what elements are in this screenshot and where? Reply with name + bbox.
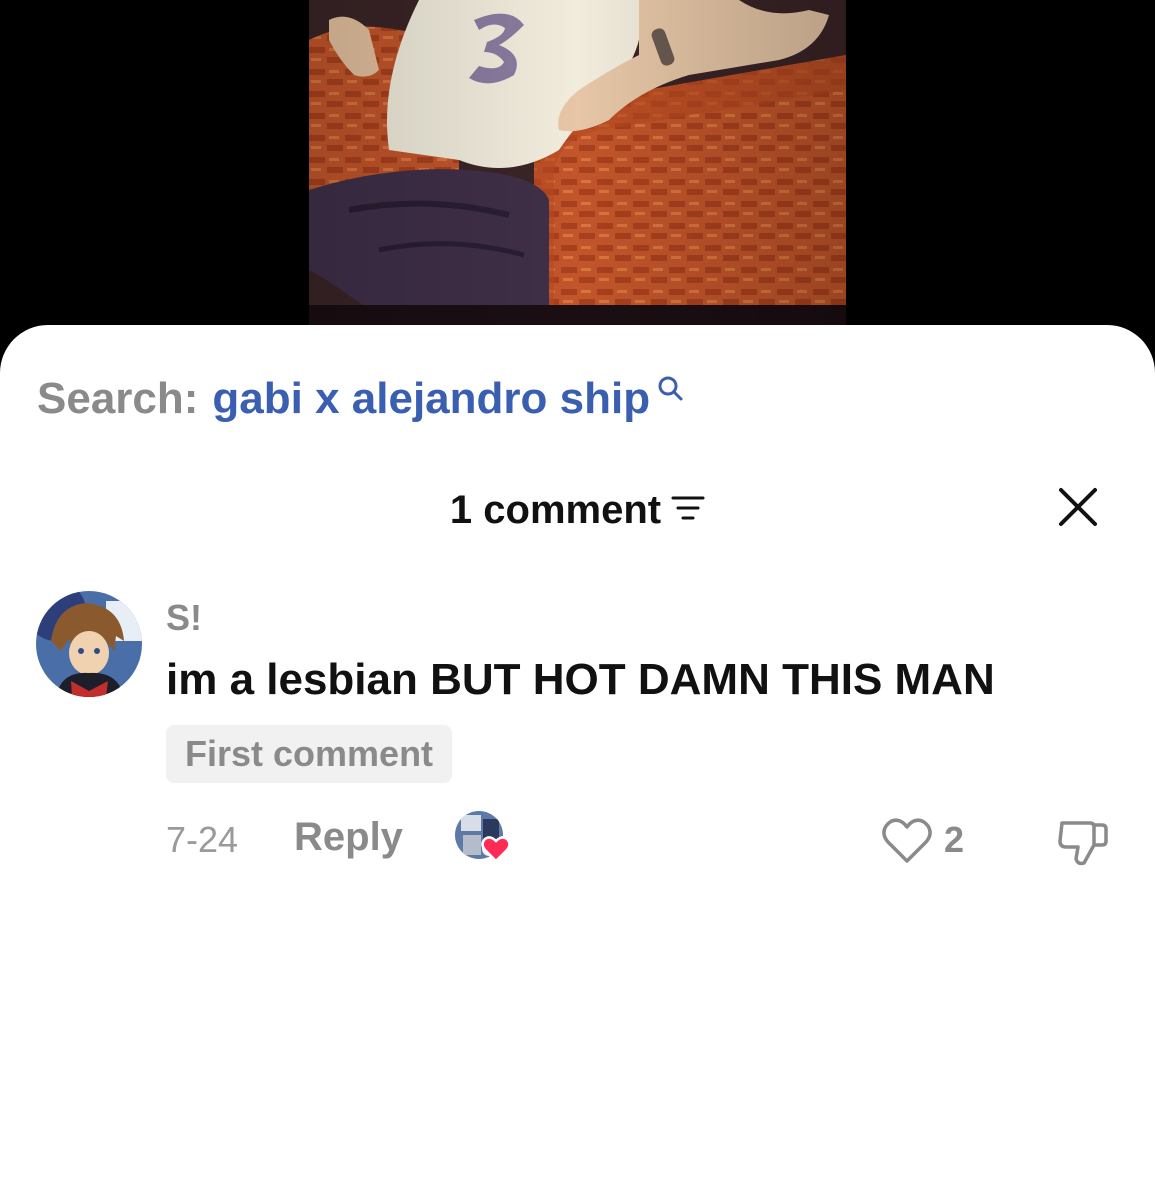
comments-sheet: Search: gabi x alejandro ship 1 comment <box>0 325 1155 1200</box>
search-icon[interactable] <box>656 363 684 413</box>
video-frame-image <box>309 0 846 330</box>
comments-header: 1 comment <box>0 485 1155 535</box>
heart-outline-icon <box>882 818 932 863</box>
dislike-button[interactable] <box>1056 815 1110 869</box>
search-query-link[interactable]: gabi x alejandro ship <box>212 374 650 424</box>
comment-count: 1 comment <box>449 487 662 532</box>
search-prefix: Search: <box>37 374 199 423</box>
avatar[interactable] <box>36 591 142 697</box>
comment-date: 7-24 <box>166 819 239 860</box>
comment-username[interactable]: S! <box>166 597 202 639</box>
comment-actions: 7-24 Reply 2 <box>0 811 1155 871</box>
search-suggestion[interactable]: Search: gabi x alejandro ship <box>37 371 684 427</box>
screen: Search: gabi x alejandro ship 1 comment <box>0 0 1155 1200</box>
heart-icon <box>481 835 511 868</box>
reply-button[interactable]: Reply <box>294 815 403 860</box>
sort-icon[interactable] <box>671 493 705 528</box>
thumbs-down-icon <box>1058 821 1108 866</box>
comment-text: im a lesbian BUT HOT DAMN THIS MAN <box>166 655 995 704</box>
like-count: 2 <box>944 819 965 860</box>
close-icon <box>1059 488 1097 526</box>
like-button[interactable] <box>880 815 934 867</box>
liked-by-creator-indicator <box>455 811 511 867</box>
video-preview[interactable] <box>309 0 846 330</box>
first-comment-badge: First comment <box>166 725 453 783</box>
comment-item: S! im a lesbian BUT HOT DAMN THIS MAN Fi… <box>0 589 1155 889</box>
close-button[interactable] <box>1056 485 1100 529</box>
